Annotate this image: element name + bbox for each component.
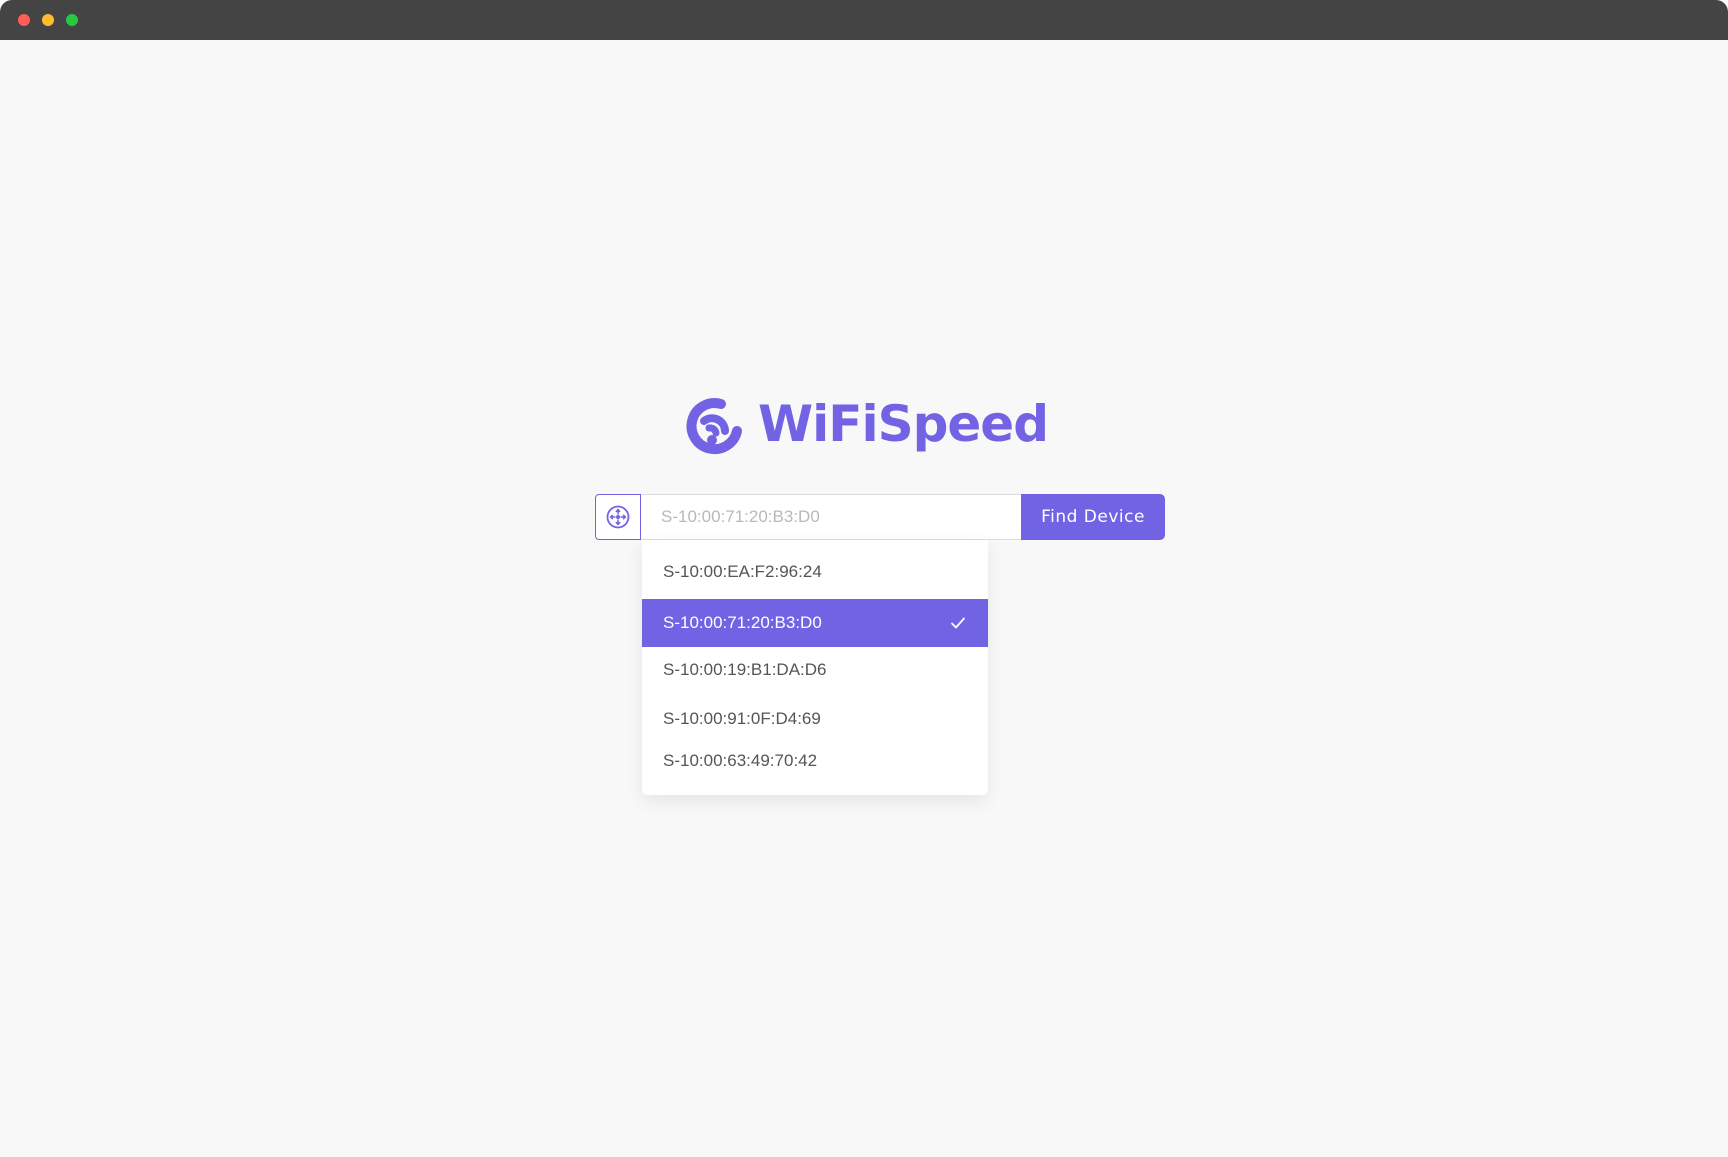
dropdown-option[interactable]: S-10:00:63:49:70:42 [642,737,988,785]
app-logo: WiFiSpeed [684,390,1049,458]
dropdown-option-label: S-10:00:EA:F2:96:24 [663,562,822,581]
title-bar [0,0,1728,40]
app-window: WiFiSpeed Find Device S-10:00:EA:F2:96:2… [0,0,1728,1157]
minimize-window-button[interactable] [42,14,54,26]
device-type-button[interactable] [595,494,641,540]
device-dropdown: S-10:00:EA:F2:96:24 S-10:00:71:20:B3:D0 … [642,540,988,795]
dropdown-option-label: S-10:00:71:20:B3:D0 [663,613,822,632]
dropdown-option-label: S-10:00:19:B1:DA:D6 [663,660,827,679]
device-id-input[interactable] [641,494,1021,540]
close-window-button[interactable] [18,14,30,26]
wifi-speed-logo-icon [686,398,742,455]
app-name: WiFiSpeed [758,395,1049,453]
dropdown-option-label: S-10:00:91:0F:D4:69 [663,709,821,728]
dropdown-option-label: S-10:00:63:49:70:42 [663,751,818,770]
dropdown-option[interactable]: S-10:00:19:B1:DA:D6 [642,646,988,694]
dropdown-option[interactable]: S-10:00:EA:F2:96:24 [642,548,988,596]
device-search-bar: Find Device [595,494,1165,540]
network-device-icon [606,505,630,529]
find-device-button[interactable]: Find Device [1021,494,1165,540]
zoom-window-button[interactable] [66,14,78,26]
dropdown-option-selected[interactable]: S-10:00:71:20:B3:D0 [642,599,988,647]
dropdown-option[interactable]: S-10:00:91:0F:D4:69 [642,695,988,743]
checkmark-icon [951,617,965,629]
